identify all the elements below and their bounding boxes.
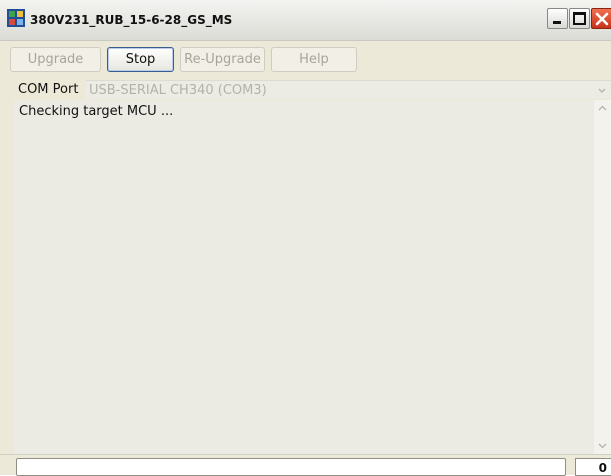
- app-icon: [7, 9, 25, 27]
- stop-button[interactable]: Stop: [107, 47, 174, 72]
- com-port-select[interactable]: USB-SERIAL CH340 (COM3): [86, 80, 611, 99]
- upgrade-button[interactable]: Upgrade: [10, 47, 101, 72]
- toolbar: Upgrade Stop Re-Upgrade Help: [0, 41, 611, 79]
- chevron-down-icon[interactable]: [593, 81, 611, 99]
- help-button[interactable]: Help: [271, 47, 357, 72]
- com-port-label: COM Port: [18, 82, 79, 97]
- scroll-down-icon[interactable]: [594, 437, 611, 454]
- status-message: [16, 458, 566, 476]
- reupgrade-button[interactable]: Re-Upgrade: [180, 47, 265, 72]
- close-icon[interactable]: [591, 8, 611, 29]
- log-scrollbar[interactable]: [594, 100, 611, 454]
- maximize-icon[interactable]: [569, 8, 590, 29]
- app-window: 380V231_RUB_15-6-28_GS_MS Upgrade Stop R…: [0, 0, 611, 476]
- status-bar: 0: [0, 454, 611, 476]
- minimize-icon[interactable]: [547, 8, 568, 29]
- log-line: Checking target MCU ...: [19, 104, 174, 119]
- window-title: 380V231_RUB_15-6-28_GS_MS: [30, 13, 233, 27]
- status-count-box: 0: [575, 458, 611, 476]
- log-output[interactable]: Checking target MCU ...: [14, 100, 594, 454]
- com-port-value: USB-SERIAL CH340 (COM3): [89, 83, 267, 98]
- scroll-up-icon[interactable]: [594, 100, 611, 117]
- title-bar[interactable]: 380V231_RUB_15-6-28_GS_MS: [0, 0, 611, 41]
- status-count: 0: [598, 461, 607, 475]
